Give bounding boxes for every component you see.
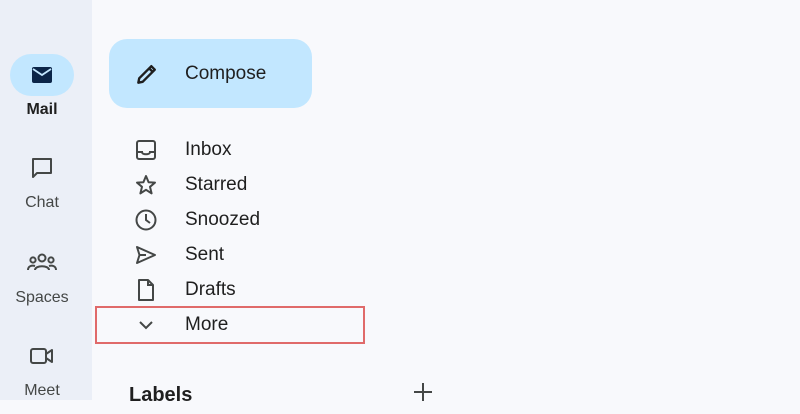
nav-label-drafts: Drafts bbox=[185, 279, 236, 300]
nav-item-snoozed[interactable]: Snoozed bbox=[96, 202, 366, 237]
chevron-down-icon bbox=[134, 313, 158, 337]
app-rail: Mail Chat Spaces Meet bbox=[0, 0, 92, 400]
compose-button[interactable]: Compose bbox=[109, 39, 312, 108]
meet-icon bbox=[10, 335, 74, 377]
send-icon bbox=[134, 243, 158, 267]
rail-item-chat[interactable]: Chat bbox=[0, 147, 84, 212]
spaces-icon bbox=[10, 242, 74, 284]
inbox-icon bbox=[134, 138, 158, 162]
chat-icon bbox=[10, 147, 74, 189]
labels-header: Labels bbox=[129, 383, 439, 414]
nav-label-snoozed: Snoozed bbox=[185, 209, 261, 230]
rail-label-mail: Mail bbox=[26, 101, 58, 118]
compose-label: Compose bbox=[185, 63, 267, 84]
nav-label-more: More bbox=[185, 314, 229, 335]
folder-nav: Inbox Starred Snoozed Sent Drafts More bbox=[95, 132, 366, 344]
plus-icon[interactable] bbox=[411, 380, 435, 404]
rail-item-mail[interactable]: Mail bbox=[0, 54, 84, 119]
nav-item-drafts[interactable]: Drafts bbox=[96, 272, 366, 307]
nav-item-inbox[interactable]: Inbox bbox=[96, 132, 366, 167]
mail-icon bbox=[10, 54, 74, 96]
rail-item-spaces[interactable]: Spaces bbox=[0, 242, 84, 307]
nav-item-sent[interactable]: Sent bbox=[96, 237, 366, 272]
nav-label-inbox: Inbox bbox=[185, 139, 232, 160]
rail-label-spaces: Spaces bbox=[15, 289, 69, 306]
nav-label-sent: Sent bbox=[185, 244, 225, 265]
rail-label-meet: Meet bbox=[24, 382, 60, 399]
nav-item-starred[interactable]: Starred bbox=[96, 167, 366, 202]
nav-item-more[interactable]: More bbox=[95, 306, 365, 344]
draft-icon bbox=[134, 278, 158, 302]
pencil-icon bbox=[134, 61, 160, 92]
star-icon bbox=[134, 173, 158, 197]
rail-label-chat: Chat bbox=[25, 194, 59, 211]
labels-title: Labels bbox=[129, 384, 193, 406]
clock-icon bbox=[134, 208, 158, 232]
nav-label-starred: Starred bbox=[185, 174, 248, 195]
rail-item-meet[interactable]: Meet bbox=[0, 335, 84, 400]
